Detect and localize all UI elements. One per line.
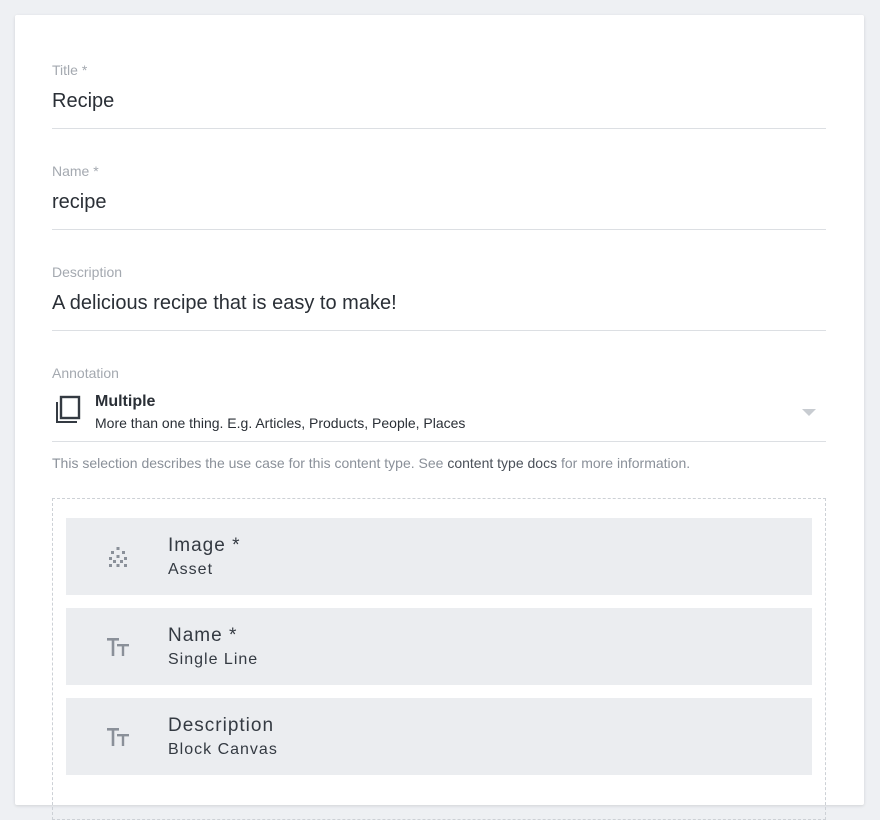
- content-type-form: Title * Recipe Name * recipe Description…: [15, 15, 864, 820]
- title-input[interactable]: Recipe: [52, 90, 114, 113]
- annotation-helper-text: This selection describes the use case fo…: [52, 455, 690, 471]
- name-input[interactable]: recipe: [52, 191, 106, 214]
- block-subtitle: Asset: [168, 561, 214, 578]
- block-title: Description: [168, 715, 275, 736]
- title-label: Title *: [52, 62, 88, 78]
- description-input[interactable]: A delicious recipe that is easy to make!: [52, 292, 397, 315]
- description-label: Description: [52, 264, 123, 280]
- block-title: Image *: [168, 535, 241, 556]
- text-icon: [107, 638, 129, 656]
- block-title: Name *: [168, 625, 238, 646]
- field-block-image[interactable]: Image * Asset: [66, 518, 812, 595]
- title-field[interactable]: Title * Recipe: [52, 62, 826, 129]
- name-label: Name *: [52, 163, 99, 179]
- text-icon: [107, 728, 129, 746]
- annotation-selected-subtitle: More than one thing. E.g. Articles, Prod…: [95, 415, 466, 431]
- annotation-select[interactable]: Annotation Multiple More than one thing.…: [52, 365, 826, 442]
- block-subtitle: Single Line: [168, 651, 259, 668]
- fields-dropzone[interactable]: Image * Asset Name * Single Line Descrip…: [52, 498, 826, 820]
- chevron-down-icon[interactable]: [802, 409, 816, 416]
- field-block-description[interactable]: Description Block Canvas: [66, 698, 812, 775]
- name-field[interactable]: Name * recipe: [52, 163, 826, 230]
- annotation-selected-title: Multiple: [95, 393, 156, 410]
- copy-icon: [56, 395, 81, 423]
- content-type-docs-link[interactable]: content type docs: [447, 455, 557, 471]
- helper-prefix: This selection describes the use case fo…: [52, 455, 448, 471]
- description-field[interactable]: Description A delicious recipe that is e…: [52, 264, 826, 331]
- block-subtitle: Block Canvas: [168, 741, 278, 758]
- field-block-name[interactable]: Name * Single Line: [66, 608, 812, 685]
- helper-suffix: for more information.: [557, 455, 691, 471]
- annotation-label: Annotation: [52, 365, 119, 381]
- asset-icon: [109, 547, 127, 567]
